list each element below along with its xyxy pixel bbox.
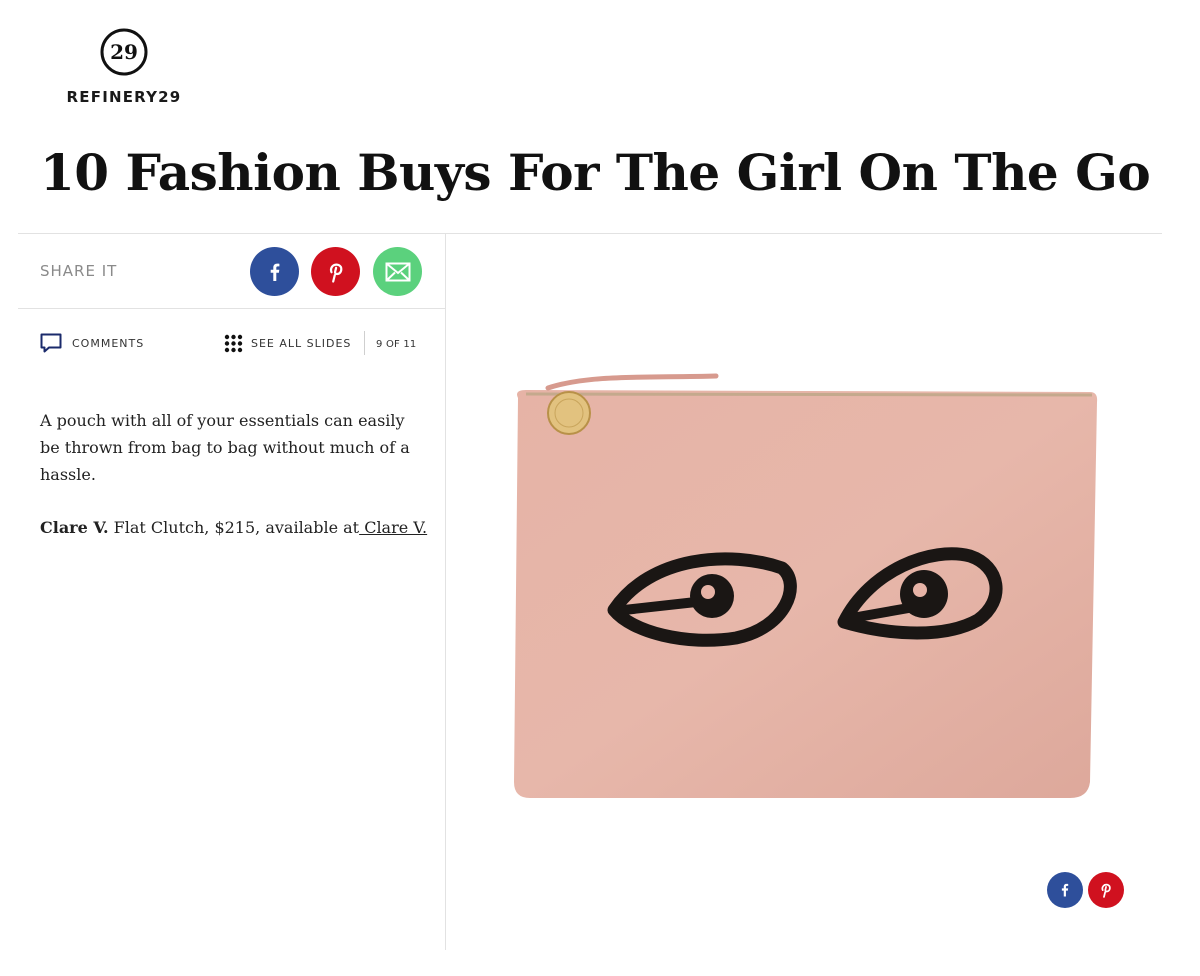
share-facebook-button[interactable]: [250, 247, 299, 296]
pinterest-icon: [1101, 883, 1111, 898]
mail-icon: [385, 262, 410, 281]
slide-counter: 9 OF 11: [376, 339, 417, 350]
product-credit: Clare V. Flat Clutch, $215, available at…: [40, 515, 440, 541]
comments-label: COMMENTS: [72, 336, 145, 350]
see-all-slides-link[interactable]: SEE ALL SLIDES: [224, 334, 351, 353]
site-logo[interactable]: 29 REFINERY29: [62, 28, 186, 108]
facebook-icon: [1061, 883, 1069, 897]
logo-mark-text: 29: [110, 40, 138, 64]
header-divider: [18, 233, 1162, 234]
share-pinterest-button[interactable]: [311, 247, 360, 296]
slide-description: A pouch with all of your essentials can …: [40, 411, 410, 484]
share-label: SHARE IT: [40, 262, 118, 280]
image-share-facebook-button[interactable]: [1047, 872, 1083, 908]
slides-divider: [364, 331, 365, 355]
see-all-slides-label: SEE ALL SLIDES: [251, 337, 352, 350]
product-image: [514, 373, 1098, 798]
pinterest-icon: [329, 263, 342, 283]
facebook-icon: [270, 263, 279, 281]
column-divider: [445, 234, 446, 950]
comment-icon: [40, 333, 62, 353]
article-title: 10 Fashion Buys For The Girl On The Go: [40, 143, 1151, 202]
product-details: Flat Clutch, $215, available at: [108, 518, 360, 537]
image-share-pinterest-button[interactable]: [1088, 872, 1124, 908]
share-divider: [18, 308, 446, 309]
zipper-line: [525, 392, 1093, 397]
comments-link[interactable]: COMMENTS: [40, 333, 144, 353]
clutch-body: [514, 390, 1098, 798]
product-brand: Clare V.: [40, 518, 109, 537]
zipper-pull: [545, 373, 719, 391]
share-email-button[interactable]: [373, 247, 422, 296]
grid-icon: [224, 334, 243, 353]
refinery29-logo-icon: 29: [100, 28, 148, 76]
logo-wordmark: REFINERY29: [66, 88, 182, 106]
brand-tag: [547, 391, 591, 435]
retailer-link[interactable]: Clare V.: [359, 518, 427, 537]
